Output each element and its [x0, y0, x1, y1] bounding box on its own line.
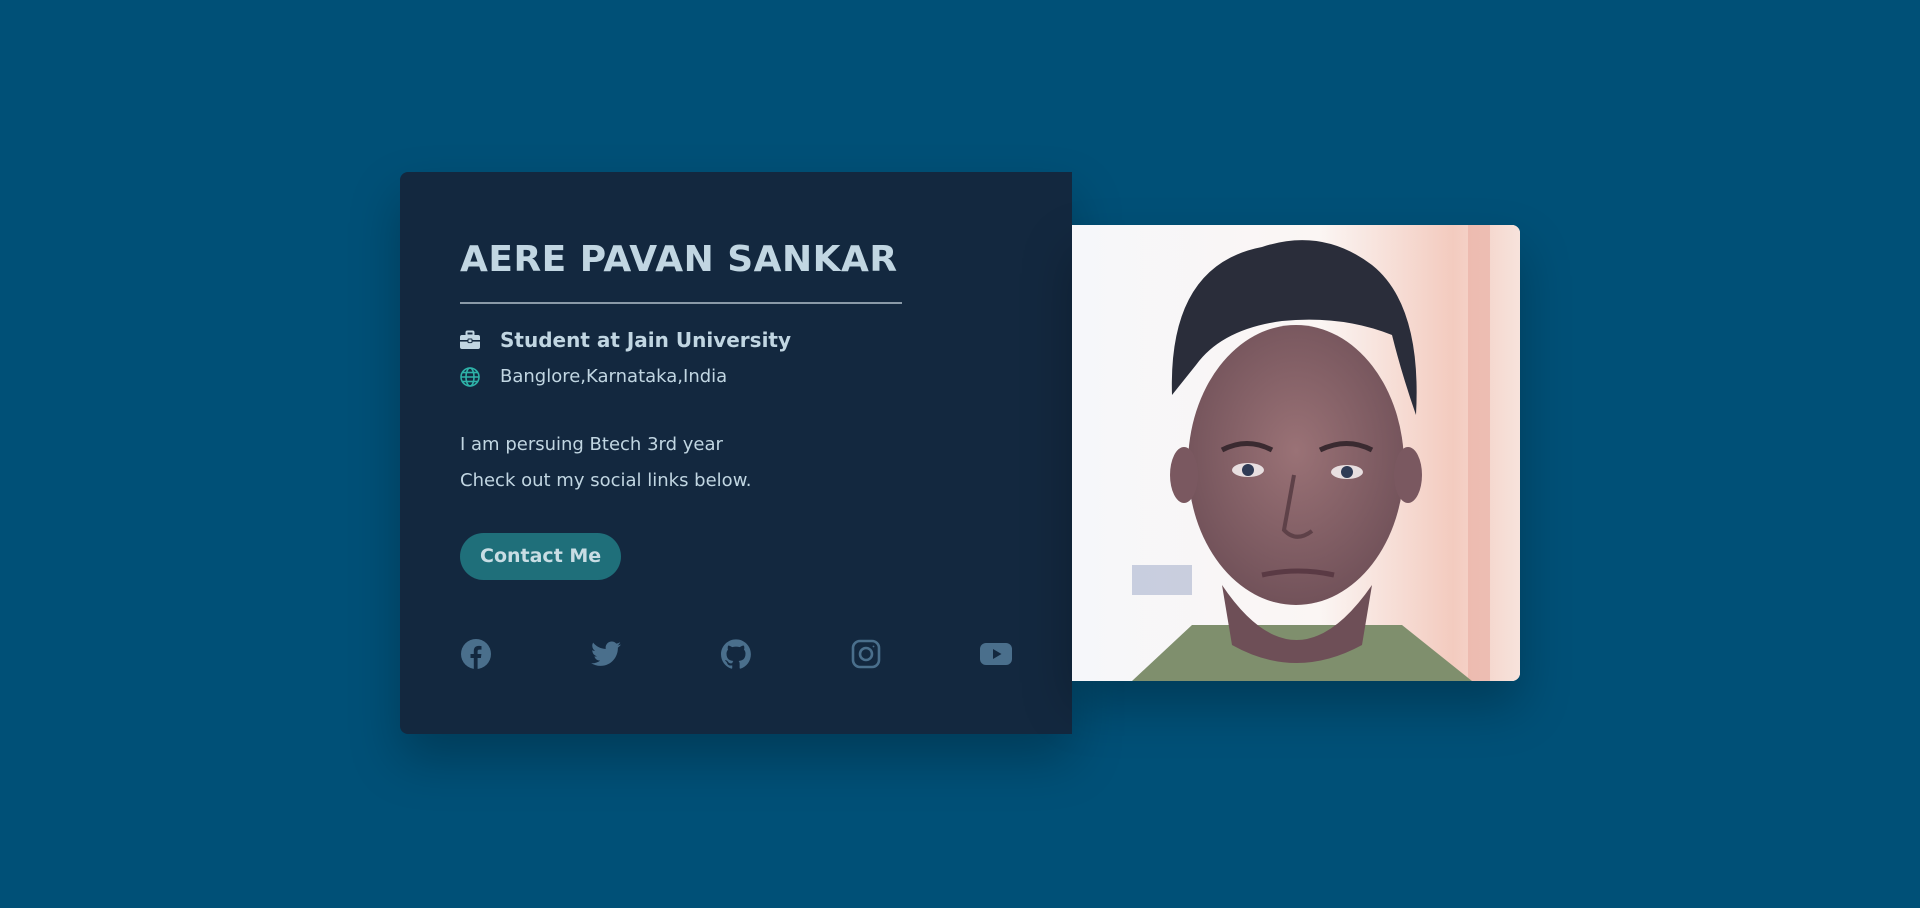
profile-name: AERE PAVAN SANKAR [460, 239, 898, 280]
divider [460, 302, 902, 304]
bio-line: Check out my social links below. [460, 470, 752, 491]
location-row: Banglore,Karnataka,India [460, 366, 1012, 387]
globe-icon [460, 366, 480, 387]
bio-line: I am persuing Btech 3rd year [460, 434, 723, 455]
youtube-icon[interactable] [980, 638, 1012, 670]
twitter-icon[interactable] [590, 638, 622, 670]
job-text: Student at Jain University [500, 328, 792, 352]
location-text: Banglore,Karnataka,India [500, 366, 728, 387]
briefcase-icon [460, 330, 480, 350]
profile-photo [1072, 225, 1520, 681]
job-row: Student at Jain University [460, 328, 1012, 352]
contact-me-button[interactable]: Contact Me [460, 533, 622, 580]
profile-card: AERE PAVAN SANKAR Student at Jain Univer… [400, 172, 1072, 734]
page: AERE PAVAN SANKAR Student at Jain Univer… [0, 0, 1920, 908]
instagram-icon[interactable] [850, 638, 882, 670]
facebook-icon[interactable] [460, 638, 492, 670]
bio: I am persuing Btech 3rd year Check out m… [460, 427, 1012, 499]
social-links [460, 638, 1012, 670]
github-icon[interactable] [720, 638, 752, 670]
